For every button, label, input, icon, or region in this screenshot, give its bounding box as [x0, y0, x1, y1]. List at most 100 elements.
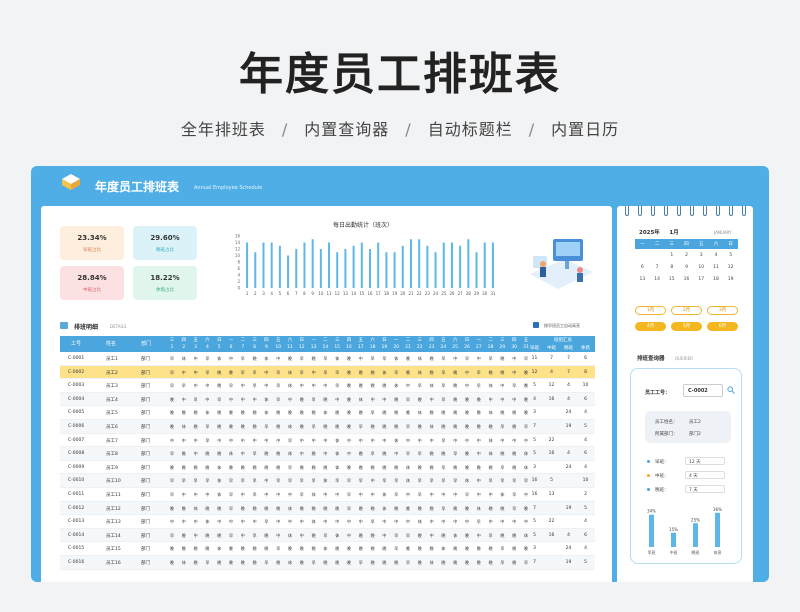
- table-row[interactable]: C-0011 员工11 部门 早 中 中 中 休 早 中 早 中 中 中 早 休 中 中 早 中 中 休 早 中 早 中 中 中 早 中 中…: [60, 488, 595, 502]
- calendar-day[interactable]: 18: [709, 277, 724, 282]
- details-subtitle: DETAILS: [110, 324, 127, 329]
- month-button[interactable]: 2月: [671, 306, 702, 315]
- shift-cell: 中: [429, 519, 434, 525]
- table-row[interactable]: C-0016 员工16 部门 晚 休 晚 早 晚 晚 晚 晚 早 晚 休 晚 早 晚 晚 晚 早 晚 晚 晚 早 晚 休 晚 晚 晚 晚 晚…: [60, 555, 595, 570]
- y-tick-label: 10: [235, 253, 241, 258]
- month-button[interactable]: 4月: [635, 322, 666, 331]
- shift-cell: 中: [323, 519, 328, 525]
- summary-cell: 16: [548, 532, 555, 538]
- shift-cell: 中: [335, 396, 340, 402]
- shift-cell: 晚: [500, 532, 505, 538]
- shift-cell: 晚: [252, 559, 257, 565]
- table-row[interactable]: C-0004 员工4 部门 晚 中 早 中 早 中 中 中 休 早 中 晚 早 晚 中 晚 休 中 中 晚 早 晚 中 早 晚 晚 晚 中 中…: [60, 392, 595, 407]
- shift-cell: 晚: [358, 410, 363, 416]
- day-header: 12: [298, 345, 305, 350]
- calendar-grid: 一二三四五六日 1 2 3 4 5 6 7 8 9 10 11 12 13 14 15 16 17 18 19: [635, 239, 738, 285]
- weekday-header: 六: [370, 338, 375, 343]
- calendar-day[interactable]: 1: [664, 253, 679, 258]
- table-row[interactable]: C-0015 员工15 部门 晚 晚 晚 晚 休 晚 晚 晚 晚 早 晚 晚 晚 休 晚 晚 晚 晚 晚 早 晚 晚 晚 休 晚 晚 晚 晚…: [60, 542, 595, 556]
- calendar-day[interactable]: 9: [679, 265, 694, 270]
- table-row[interactable]: C-0007 员工7 部门 中 中 中 早 中 中 中 中 中 中 早 中 中 中 休 中 中 中 中 休 中 中 中 早 中 中 中 休 中…: [60, 434, 595, 448]
- shift-cell: 中: [229, 356, 233, 361]
- weekday-header: 二: [323, 338, 328, 343]
- table-row[interactable]: C-0006 员工6 部门 晚 休 晚 早 晚 晚 晚 晚 早 晚 休 晚 早 晚 晚 晚 早 晚 晚 晚 早 晚 休 晚 晚 晚 晚 晚 早…: [60, 419, 595, 434]
- shift-cell: 晚: [311, 505, 316, 511]
- shift-cell: 晚: [229, 423, 233, 429]
- table-row[interactable]: C-0002 员工2 部门 早 中 中 早 晚 晚 早 早 中 早 休 早 中 早 早 晚 晚 晚 休 早 晚 休 晚 早 晚 中 早 晚 晚…: [60, 365, 595, 380]
- month-button[interactable]: 5月: [671, 322, 702, 331]
- shift-cell: 中: [299, 383, 304, 389]
- table-row[interactable]: C-0012 员工12 部门 晚 晚 休 晚 晚 早 晚 晚 晚 晚 休 晚 晚 晚 晚 早 晚 晚 休 晚 晚 晚 晚 早 晚 晚 休 晚…: [60, 501, 595, 516]
- employee-id: C-0016: [68, 559, 85, 565]
- employee-name: 员工14: [106, 533, 121, 539]
- summary-cell: 5: [584, 559, 587, 565]
- summary-cell: 4: [584, 519, 587, 525]
- month-button[interactable]: 6月: [707, 322, 738, 331]
- calendar-day[interactable]: 7: [650, 265, 665, 270]
- calendar-day[interactable]: 2: [679, 253, 694, 258]
- calendar-month: 1月: [669, 230, 679, 236]
- calendar-day[interactable]: 14: [650, 277, 665, 282]
- shift-cell: 晚: [323, 505, 328, 511]
- bar: [254, 252, 257, 288]
- employee-id-input[interactable]: C-0002: [683, 384, 723, 397]
- calendar-day[interactable]: 19: [723, 277, 738, 282]
- calendar-day[interactable]: 12: [723, 265, 738, 270]
- shift-cell: 晚: [370, 532, 375, 538]
- search-icon[interactable]: [727, 386, 735, 394]
- shift-cell: 休: [488, 437, 493, 443]
- hero-title: 年度员工排班表: [239, 49, 561, 100]
- employee-name: 员工3: [106, 384, 118, 390]
- shift-value: 12 天: [685, 457, 725, 465]
- shift-cell: 休: [311, 519, 316, 525]
- table-row[interactable]: C-0008 员工8 部门 早 晚 中 晚 晚 休 中 早 晚 晚 休 中 晚 中 休 中 晚 早 晚 中 早 早 晚 晚 早 晚 中 休 晚…: [60, 447, 595, 461]
- calendar-day[interactable]: 8: [664, 265, 679, 270]
- shift-cell: 休: [382, 491, 387, 497]
- feature-item: 内置日历: [551, 120, 620, 139]
- x-tick-label: 25: [441, 291, 447, 296]
- shift-cell: 早: [394, 369, 399, 375]
- x-tick-label: 17: [376, 291, 382, 296]
- shift-cell: 早: [252, 491, 257, 497]
- table-row[interactable]: C-0003 员工3 部门 早 早 中 中 晚 早 中 早 中 早 休 中 中 中 早 晚 晚 晚 晚 休 中 早 休 早 晚 中 早 休 中…: [60, 379, 595, 393]
- shift-cell: 早: [288, 437, 292, 443]
- shift-cell: 早: [276, 546, 281, 552]
- table-row[interactable]: C-0014 员工14 部门 早 晚 中 晚 晚 早 中 早 晚 中 休 中 晚 早 休 中 晚 晚 中 早 早 晚 中 晚 休 晚 中 早…: [60, 528, 595, 543]
- shift-cell: 中: [406, 437, 410, 443]
- shift-cell: 晚: [417, 532, 422, 538]
- summary-cell: 5: [584, 505, 587, 511]
- shift-cell: 晚: [240, 559, 245, 565]
- calendar-day[interactable]: 4: [709, 253, 724, 258]
- y-tick-label: 8: [237, 260, 240, 265]
- day-header: 18: [369, 345, 376, 350]
- shift-cell: 晚: [170, 423, 174, 429]
- month-button[interactable]: 1月: [635, 306, 666, 315]
- table-row[interactable]: C-0005 员工5 部门 晚 晚 晚 休 晚 晚 晚 晚 休 晚 晚 晚 晚 休 晚 晚 晚 早 晚 晚 晚 休 晚 晚 晚 晚 晚 休 晚…: [60, 406, 595, 420]
- calendar-day[interactable]: 5: [723, 253, 738, 258]
- shift-cell: 休: [335, 464, 340, 470]
- day-header: 4: [205, 345, 209, 350]
- table-row[interactable]: C-0010 员工10 部门 早 早 早 早 休 早 早 早 中 早 早 早 早 休 早 早 早 中 早 早 休 早 早 早 早 休 中 早…: [60, 474, 595, 488]
- shift-cell: 晚: [500, 451, 505, 457]
- calendar-day[interactable]: 16: [679, 277, 694, 282]
- highlight-checkbox[interactable]: [533, 322, 539, 328]
- shift-cell: 中: [323, 383, 328, 389]
- calendar-day[interactable]: 13: [635, 277, 650, 282]
- table-row[interactable]: C-0013 员工13 部门 中 中 中 休 中 中 中 中 早 中 中 中 休 中 中 中 中 早 中 中 中 休 中 中 中 中 早 中…: [60, 515, 595, 529]
- calendar-day[interactable]: 10: [694, 265, 709, 270]
- x-tick-label: 9: [311, 291, 314, 296]
- shift-cell: 中: [276, 491, 281, 497]
- table-row[interactable]: C-0001 员工1 部门 早 休 中 早 休 中 早 晚 休 中 晚 早 晚 早 休 晚 中 早 早 休 晚 休 晚 早 中 早 中 早 晚…: [60, 352, 595, 366]
- shift-cell: 早: [252, 369, 257, 375]
- calendar-day[interactable]: 17: [694, 277, 709, 282]
- shift-cell: 晚: [299, 505, 304, 511]
- calendar-day[interactable]: 6: [635, 265, 650, 270]
- table-row[interactable]: C-0009 员工9 部门 晚 晚 晚 晚 休 晚 晚 晚 晚 晚 早 晚 晚 晚 休 晚 晚 晚 晚 晚 休 晚 晚 早 晚 晚 晚 晚 早…: [60, 461, 595, 475]
- bar: [467, 239, 470, 288]
- calendar-day[interactable]: 3: [694, 253, 709, 258]
- calendar-day[interactable]: 15: [664, 277, 679, 282]
- month-button[interactable]: 3月: [707, 306, 738, 315]
- calendar-day[interactable]: 11: [709, 265, 724, 270]
- day-header: 9: [264, 345, 268, 350]
- shift-cell: 中: [240, 383, 245, 389]
